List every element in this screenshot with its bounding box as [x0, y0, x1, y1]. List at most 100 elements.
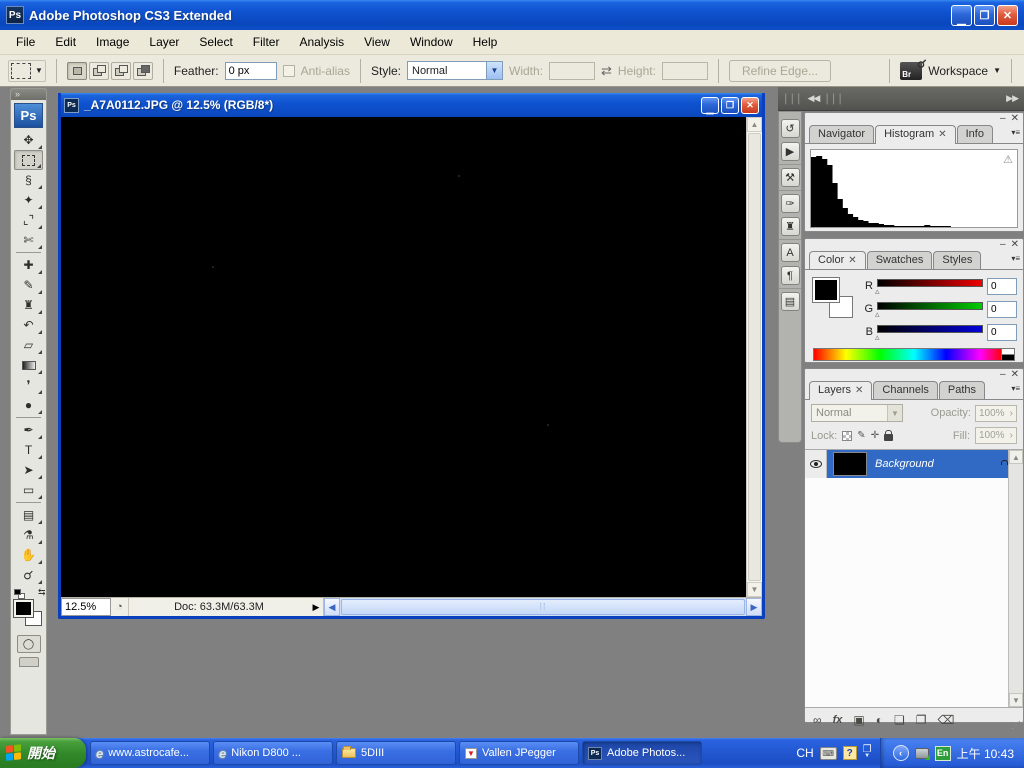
- workspace-button[interactable]: Workspace ▼: [928, 64, 1001, 78]
- layer-visibility-toggle[interactable]: [805, 450, 827, 478]
- width-input[interactable]: [549, 61, 596, 80]
- scroll-down-icon[interactable]: ▼: [747, 582, 762, 597]
- zoom-level-input[interactable]: [61, 598, 111, 616]
- close-button[interactable]: ✕: [997, 4, 1018, 26]
- horizontal-scrollbar[interactable]: ◀ ▶: [323, 598, 762, 616]
- swap-colors-icon[interactable]: ⇆: [38, 587, 46, 598]
- dock-grip[interactable]: ∣∣∣: [824, 92, 844, 105]
- type-tool[interactable]: T: [14, 440, 43, 460]
- dodge-tool[interactable]: ●: [14, 395, 43, 415]
- tab-color-swatches[interactable]: Swatches: [866, 251, 933, 269]
- language-bar-options-icon[interactable]: ❐ ▼: [863, 745, 872, 760]
- language-indicator[interactable]: CH: [796, 746, 813, 760]
- horizontal-scroll-thumb[interactable]: [341, 599, 745, 615]
- feather-input[interactable]: [224, 61, 277, 80]
- blend-mode-select[interactable]: Normal ▼: [811, 404, 903, 422]
- panel-menu-icon[interactable]: ▾≡: [1011, 384, 1020, 393]
- channel-value-input[interactable]: [987, 277, 1017, 295]
- restore-button[interactable]: ❐: [974, 4, 995, 26]
- collapse-dock-right-icon[interactable]: ▶▶: [1006, 93, 1019, 104]
- gradient-tool[interactable]: [14, 355, 43, 375]
- minimize-button[interactable]: ▁: [951, 4, 972, 26]
- layer-thumbnail[interactable]: [833, 452, 867, 476]
- panel-minimize-icon[interactable]: –: [1000, 239, 1006, 250]
- channel-slider[interactable]: ▵: [875, 277, 983, 297]
- channel-slider[interactable]: ▵: [875, 323, 983, 343]
- healing-brush-tool[interactable]: ✚: [14, 255, 43, 275]
- refine-edge-button[interactable]: Refine Edge...: [728, 59, 832, 82]
- panel-close-icon[interactable]: ✕: [1011, 113, 1019, 124]
- menu-select[interactable]: Select: [189, 31, 242, 53]
- path-selection-tool[interactable]: ➤: [14, 460, 43, 480]
- scroll-up-icon[interactable]: ▲: [747, 117, 762, 132]
- tab-layers-paths[interactable]: Paths: [938, 381, 986, 399]
- tab-layers-channels[interactable]: Channels: [873, 381, 938, 399]
- brushes-panel-icon[interactable]: ✑: [780, 194, 800, 213]
- start-button[interactable]: 開始: [0, 738, 86, 768]
- quick-selection-tool[interactable]: ✦: [14, 190, 43, 210]
- slider-handle-icon[interactable]: ▵: [875, 309, 880, 320]
- tab-color-styles[interactable]: Styles: [933, 251, 982, 269]
- add-layer-mask-button[interactable]: ▣: [853, 713, 864, 727]
- status-options-icon[interactable]: ◔: [111, 598, 129, 616]
- intersect-selection-button[interactable]: [132, 61, 153, 80]
- height-input[interactable]: [661, 61, 708, 80]
- tab-nav-navigator[interactable]: Navigator: [809, 125, 875, 143]
- menu-edit[interactable]: Edit: [45, 31, 86, 53]
- vertical-scroll-thumb[interactable]: [748, 133, 761, 581]
- color-spectrum-ramp[interactable]: [813, 348, 1015, 361]
- status-flyout-arrow-icon[interactable]: ▶: [309, 598, 323, 616]
- adjustment-layer-button[interactable]: ◐: [876, 713, 883, 727]
- tab-close-icon[interactable]: ✕: [938, 129, 946, 140]
- shape-tool[interactable]: ▭: [14, 480, 43, 500]
- clone-source-panel-icon[interactable]: ♜: [780, 217, 800, 236]
- toolbox-collapse-handle[interactable]: »: [11, 89, 46, 100]
- layer-name[interactable]: Background: [875, 458, 1000, 470]
- slice-tool[interactable]: ✄: [14, 230, 43, 250]
- new-group-button[interactable]: ❏: [894, 713, 905, 727]
- move-tool[interactable]: ✥: [14, 130, 43, 150]
- scroll-up-icon[interactable]: ▲: [1009, 450, 1023, 464]
- link-layers-button[interactable]: ∞: [813, 713, 822, 727]
- screen-mode-button[interactable]: [18, 657, 39, 667]
- doc-close-button[interactable]: ✕: [741, 96, 759, 114]
- menu-file[interactable]: File: [6, 31, 45, 53]
- foreground-color-swatch[interactable]: [12, 599, 34, 618]
- history-brush-tool[interactable]: ↶: [14, 315, 43, 335]
- actions-panel-icon[interactable]: ▶: [780, 142, 800, 161]
- style-select[interactable]: Normal ▼: [407, 61, 503, 80]
- lock-transparency-icon[interactable]: [842, 430, 853, 441]
- panel-menu-icon[interactable]: ▾≡: [1011, 128, 1020, 137]
- chevron-down-icon[interactable]: ▼: [486, 62, 502, 79]
- menu-analysis[interactable]: Analysis: [289, 31, 354, 53]
- vertical-scrollbar[interactable]: ▲ ▼: [746, 117, 762, 597]
- slider-handle-icon[interactable]: ▵: [875, 332, 880, 343]
- tab-color-color[interactable]: Color ✕: [809, 251, 866, 270]
- lock-position-icon[interactable]: ✛: [871, 430, 879, 441]
- doc-maximize-button[interactable]: ❐: [721, 96, 739, 114]
- opacity-input[interactable]: 100% ›: [975, 404, 1017, 422]
- slider-handle-icon[interactable]: ▵: [875, 286, 880, 297]
- layers-scrollbar[interactable]: ▲ ▼: [1008, 450, 1023, 707]
- panel-close-icon[interactable]: ✕: [1011, 239, 1019, 250]
- collapse-dock-left-icon[interactable]: ◀◀: [808, 93, 821, 104]
- hide-tray-icons-button[interactable]: ‹: [892, 745, 909, 761]
- history-panel-icon[interactable]: ↺: [780, 119, 800, 138]
- resize-grip-icon[interactable]: ⋰: [1011, 720, 1021, 731]
- channel-value-input[interactable]: [987, 323, 1017, 341]
- dock-grip[interactable]: ∣∣∣: [783, 92, 803, 105]
- tool-preset-picker[interactable]: ▼: [8, 59, 46, 82]
- fill-input[interactable]: 100% ›: [975, 427, 1017, 444]
- panel-menu-icon[interactable]: ▾≡: [1011, 254, 1020, 263]
- safely-remove-hardware-icon[interactable]: [914, 747, 930, 760]
- rectangular-marquee-tool[interactable]: [14, 150, 43, 170]
- doc-minimize-button[interactable]: ▁: [701, 96, 719, 114]
- scroll-left-icon[interactable]: ◀: [324, 598, 340, 616]
- tab-close-icon[interactable]: ✕: [848, 255, 856, 266]
- character-panel-icon[interactable]: A: [780, 243, 800, 262]
- menu-filter[interactable]: Filter: [243, 31, 290, 53]
- menu-image[interactable]: Image: [86, 31, 139, 53]
- lasso-tool[interactable]: §: [14, 170, 43, 190]
- pen-tool[interactable]: ✒: [14, 420, 43, 440]
- tab-nav-histogram[interactable]: Histogram ✕: [875, 125, 956, 144]
